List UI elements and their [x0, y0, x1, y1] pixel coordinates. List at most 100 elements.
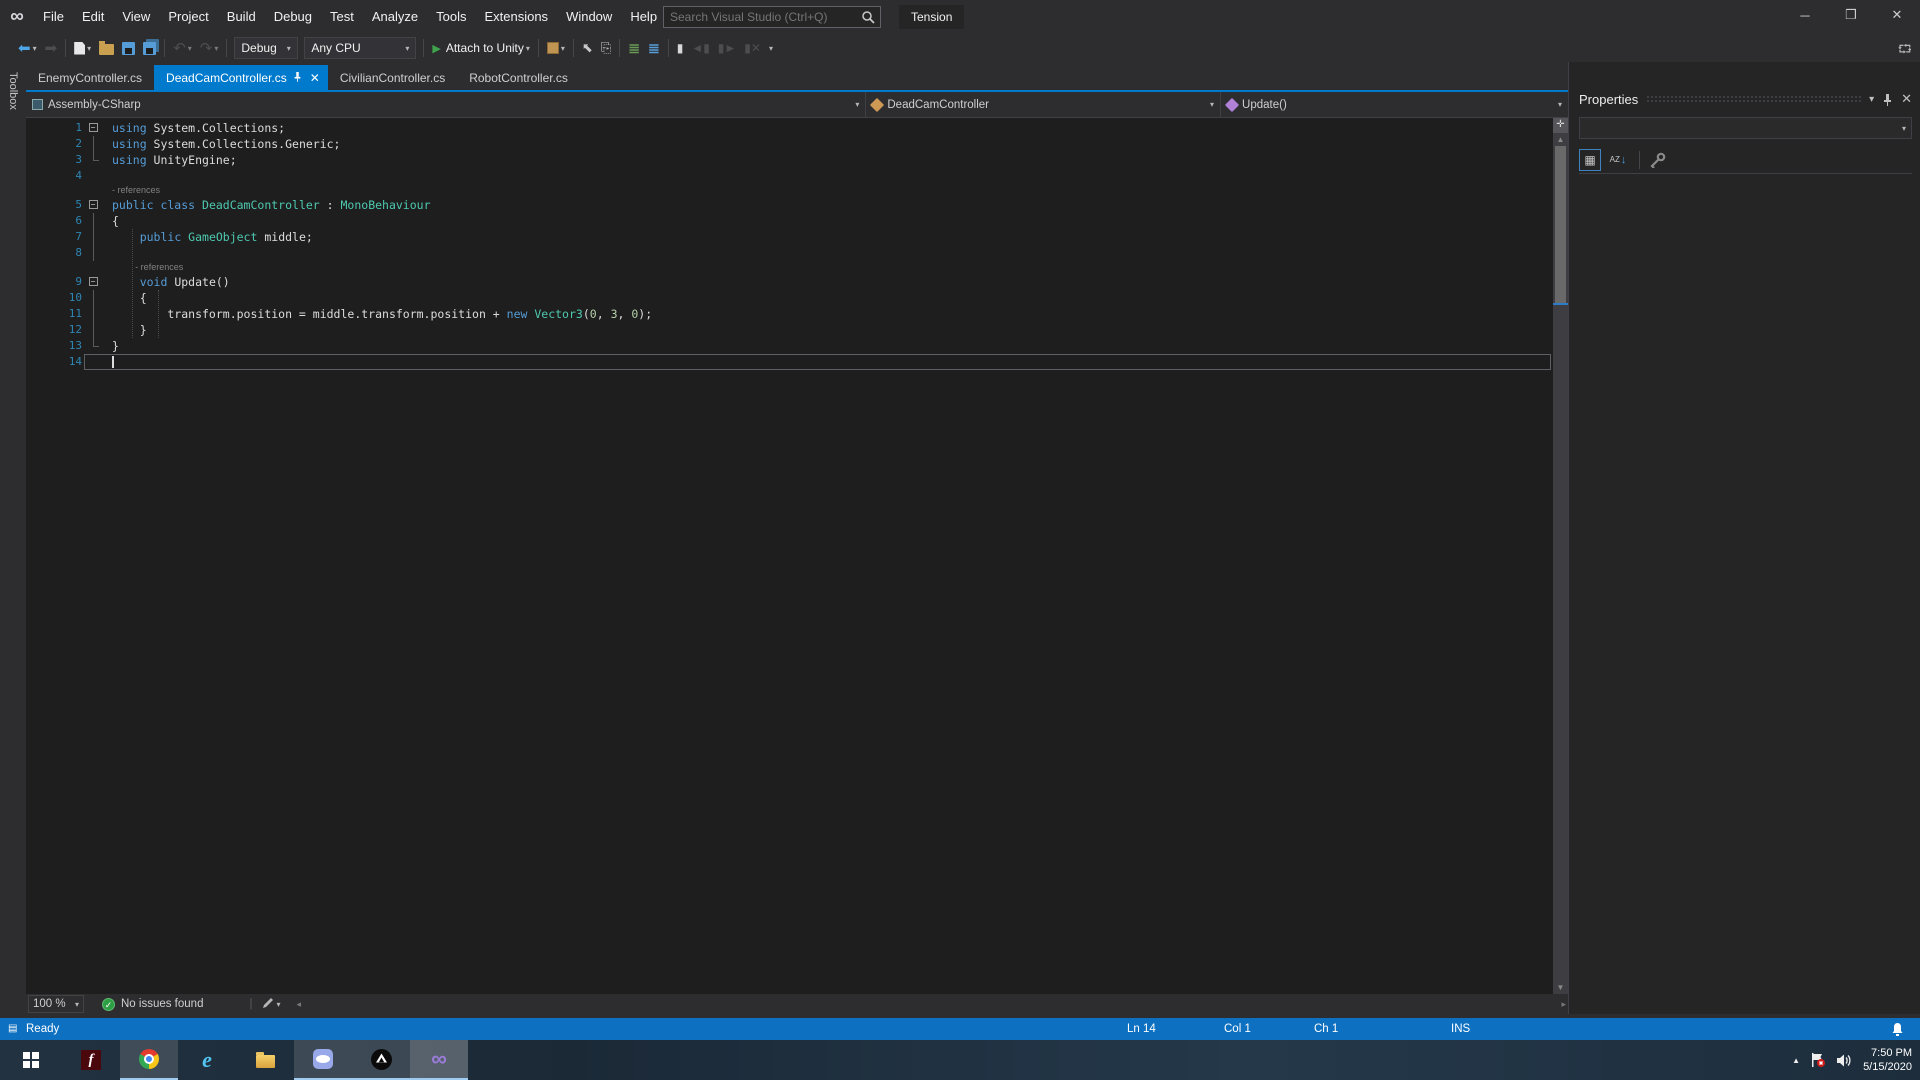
- collapse-icon[interactable]: −: [89, 200, 98, 209]
- next-bookmark-button[interactable]: ▮►: [715, 37, 739, 59]
- menu-item-analyze[interactable]: Analyze: [363, 0, 427, 34]
- issues-status[interactable]: No issues found: [121, 998, 203, 1010]
- status-insert-mode[interactable]: INS: [1451, 1018, 1470, 1040]
- menu-item-help[interactable]: Help: [621, 0, 666, 34]
- uncomment-button[interactable]: ≣: [645, 37, 663, 59]
- taskbar-unity[interactable]: [352, 1040, 410, 1080]
- toolbar-options-icon[interactable]: ⮔: [1898, 40, 1912, 61]
- outlining-margin[interactable]: −: [82, 274, 104, 290]
- splitter-handle[interactable]: ✛: [1553, 118, 1568, 133]
- open-file-button[interactable]: [96, 37, 117, 59]
- status-column[interactable]: Col 1: [1224, 1018, 1251, 1040]
- code-line-14[interactable]: 14: [26, 354, 1553, 370]
- notifications-bell-icon[interactable]: [1891, 1018, 1904, 1040]
- save-all-button[interactable]: [140, 37, 159, 59]
- menu-item-file[interactable]: File: [34, 0, 73, 34]
- member-dropdown[interactable]: Update() ▾: [1221, 92, 1568, 117]
- security-flag-icon[interactable]: [1810, 1052, 1826, 1068]
- collapse-icon[interactable]: −: [89, 123, 98, 132]
- code-line-4[interactable]: 4: [26, 168, 1553, 184]
- menu-item-view[interactable]: View: [113, 0, 159, 34]
- code-line-6[interactable]: 6{: [26, 213, 1553, 229]
- search-input[interactable]: [664, 10, 861, 24]
- horizontal-scrollbar[interactable]: ◂ ▸: [282, 997, 1566, 1011]
- attach-to-unity-button[interactable]: ▶ Attach to Unity▾: [429, 37, 533, 59]
- window-position-chevron-icon[interactable]: ▾: [1869, 94, 1874, 105]
- redo-button[interactable]: ↷▾: [197, 37, 222, 59]
- code-cleanup-icon[interactable]: [260, 997, 274, 1011]
- type-dropdown[interactable]: DeadCamController ▾: [866, 92, 1221, 117]
- navigate-cursor-button[interactable]: ⬉: [579, 37, 596, 59]
- scroll-down-icon[interactable]: ▼: [1553, 981, 1568, 994]
- menu-item-project[interactable]: Project: [159, 0, 217, 34]
- codelens-references[interactable]: - references: [26, 261, 1553, 274]
- code-line-11[interactable]: 11 transform.position = middle.transform…: [26, 306, 1553, 322]
- menu-item-test[interactable]: Test: [321, 0, 363, 34]
- menu-item-extensions[interactable]: Extensions: [475, 0, 557, 34]
- toolbar-overflow-chevron[interactable]: ▾: [769, 44, 773, 53]
- toolbox-tab[interactable]: Toolbox: [7, 72, 19, 110]
- status-character[interactable]: Ch 1: [1314, 1018, 1338, 1040]
- tab-EnemyController.cs[interactable]: EnemyController.cs: [26, 65, 154, 90]
- indent-guide-button[interactable]: ⎘: [598, 37, 614, 59]
- new-file-button[interactable]: ▾: [71, 37, 94, 59]
- volume-icon[interactable]: [1836, 1053, 1853, 1068]
- menu-item-debug[interactable]: Debug: [265, 0, 321, 34]
- solution-platform-dropdown[interactable]: Any CPU▾: [304, 37, 416, 59]
- project-dropdown[interactable]: Assembly-CSharp ▾: [26, 92, 866, 117]
- panel-drag-area[interactable]: [1646, 95, 1861, 103]
- code-line-7[interactable]: 7 public GameObject middle;: [26, 229, 1553, 245]
- close-tab-icon[interactable]: ✕: [310, 71, 320, 85]
- menu-item-build[interactable]: Build: [218, 0, 265, 34]
- menu-item-tools[interactable]: Tools: [427, 0, 475, 34]
- taskbar-internet-explorer[interactable]: e: [178, 1040, 236, 1080]
- categorized-button[interactable]: ▦: [1579, 149, 1601, 171]
- property-pages-icon[interactable]: [1650, 152, 1666, 168]
- navigate-back-button[interactable]: ⬅▾: [15, 37, 40, 59]
- close-button[interactable]: ✕: [1874, 0, 1920, 30]
- status-line[interactable]: Ln 14: [1127, 1018, 1156, 1040]
- scrollbar-thumb[interactable]: [1555, 146, 1566, 304]
- vertical-scrollbar[interactable]: ✛ ▲ ▼: [1553, 118, 1568, 994]
- code-line-13[interactable]: 13}: [26, 338, 1553, 354]
- tab-RobotController.cs[interactable]: RobotController.cs: [457, 65, 580, 90]
- outlining-margin[interactable]: −: [82, 197, 104, 213]
- tray-expand-chevron-icon[interactable]: ▲: [1792, 1056, 1800, 1065]
- comment-button[interactable]: ≣: [625, 37, 643, 59]
- taskbar-chrome[interactable]: [120, 1040, 178, 1080]
- scroll-up-icon[interactable]: ▲: [1553, 133, 1568, 146]
- scroll-right-icon[interactable]: ▸: [1561, 999, 1566, 1010]
- codelens-references[interactable]: - references: [26, 184, 1553, 197]
- taskbar-visual-studio[interactable]: ∞: [410, 1040, 468, 1080]
- package-button[interactable]: ▾: [544, 37, 568, 59]
- code-line-5[interactable]: 5−public class DeadCamController : MonoB…: [26, 197, 1553, 213]
- scroll-left-icon[interactable]: ◂: [296, 999, 301, 1010]
- toggle-bookmark-button[interactable]: ▮: [674, 37, 687, 59]
- code-editor[interactable]: 1−using System.Collections;2using System…: [26, 118, 1568, 994]
- navigate-forward-button[interactable]: ➡: [42, 37, 61, 59]
- code-line-10[interactable]: 10 {: [26, 290, 1553, 306]
- tab-CivilianController.cs[interactable]: CivilianController.cs: [328, 65, 457, 90]
- clear-bookmarks-button[interactable]: ▮✕: [741, 37, 764, 59]
- pin-tab-icon[interactable]: [293, 71, 302, 85]
- menu-item-edit[interactable]: Edit: [73, 0, 113, 34]
- code-line-12[interactable]: 12 }: [26, 322, 1553, 338]
- save-button[interactable]: [119, 37, 138, 59]
- start-button[interactable]: [0, 1040, 62, 1080]
- code-line-9[interactable]: 9− void Update(): [26, 274, 1553, 290]
- close-panel-icon[interactable]: ✕: [1901, 91, 1912, 107]
- code-line-8[interactable]: 8: [26, 245, 1553, 261]
- collapse-icon[interactable]: −: [89, 277, 98, 286]
- menu-item-window[interactable]: Window: [557, 0, 621, 34]
- taskbar-file-explorer[interactable]: [236, 1040, 294, 1080]
- code-line-3[interactable]: 3using UnityEngine;: [26, 152, 1553, 168]
- minimize-button[interactable]: ─: [1782, 0, 1828, 30]
- undo-button[interactable]: ↶▾: [170, 37, 195, 59]
- taskbar-flash-player[interactable]: f: [62, 1040, 120, 1080]
- solution-configuration-dropdown[interactable]: Debug▾: [234, 37, 298, 59]
- maximize-button[interactable]: ❒: [1828, 0, 1874, 30]
- tab-DeadCamController.cs[interactable]: DeadCamController.cs✕: [154, 65, 328, 90]
- alphabetical-sort-button[interactable]: AZ↓: [1607, 149, 1629, 171]
- search-box[interactable]: [663, 6, 881, 28]
- pin-icon[interactable]: [1882, 93, 1893, 106]
